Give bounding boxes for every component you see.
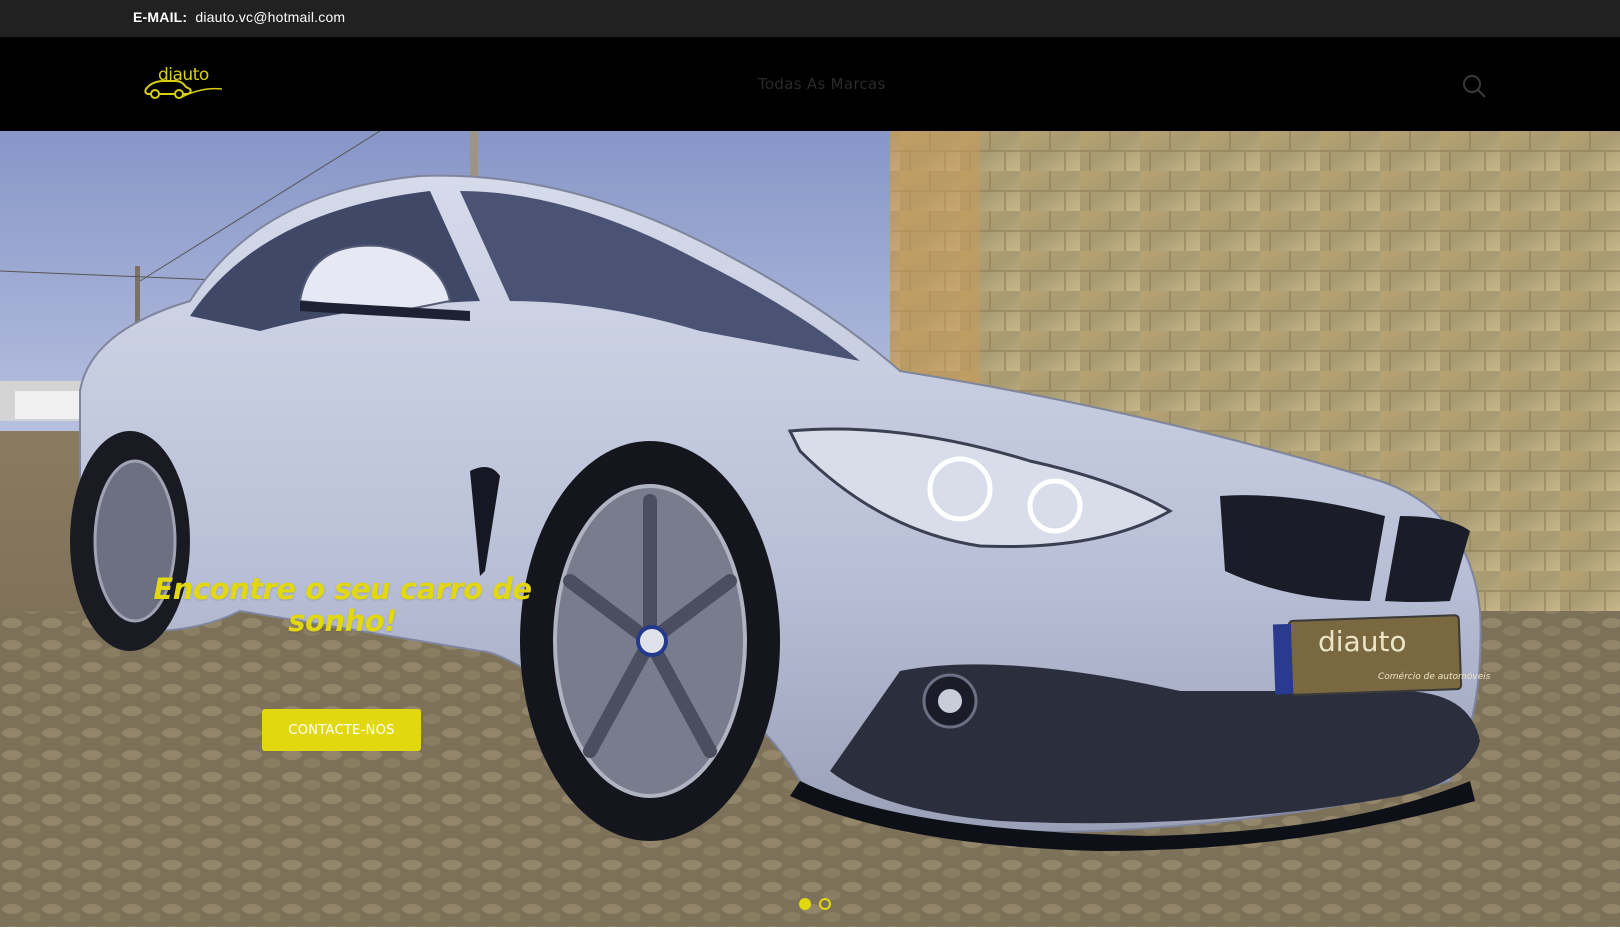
plate-subtitle-text: Comércio de automóveis <box>1378 671 1491 682</box>
search-icon <box>1463 75 1486 98</box>
contact-us-button[interactable]: CONTACTE-NOS <box>262 709 421 751</box>
hero-title: Encontre o seu carro de sonho! <box>153 572 532 638</box>
site-logo[interactable]: diauto <box>142 65 232 103</box>
hero-slider: diauto Comércio de automóveis Encontre o… <box>0 131 1620 927</box>
plate-brand-text: diauto <box>1318 625 1407 658</box>
slider-dot-1[interactable] <box>799 898 811 910</box>
slider-pagination <box>799 898 831 912</box>
top-contact-bar: E-MAIL: diauto.vc@hotmail.com <box>0 0 1620 37</box>
email-label: E-MAIL: <box>133 9 188 25</box>
email-value[interactable]: diauto.vc@hotmail.com <box>195 9 345 25</box>
page-bottom <box>0 927 1620 949</box>
email-contact: E-MAIL: diauto.vc@hotmail.com <box>133 9 345 25</box>
slider-dot-2[interactable] <box>819 898 831 910</box>
search-button[interactable] <box>1460 72 1488 100</box>
logo-text: diauto <box>158 65 209 85</box>
main-navbar: diauto Todas As Marcas <box>0 37 1620 131</box>
nav-todas-as-marcas[interactable]: Todas As Marcas <box>758 75 886 93</box>
hero-car-image: diauto Comércio de automóveis <box>0 131 1620 927</box>
